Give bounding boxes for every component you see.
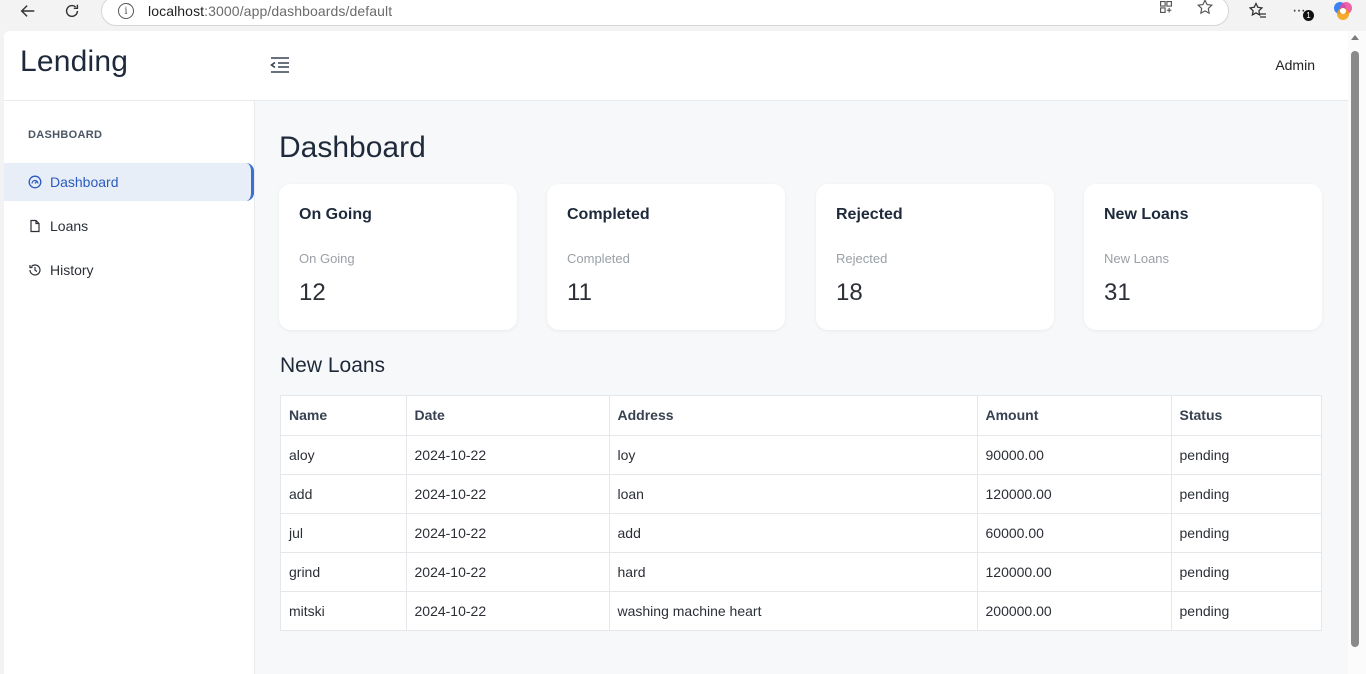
sidebar: DASHBOARD Dashboard Loans History	[4, 101, 255, 674]
card-label: On Going	[299, 251, 355, 266]
cell-date: 2024-10-22	[406, 552, 610, 592]
extensions-button[interactable]: ··· 1	[1292, 0, 1314, 22]
column-header-date[interactable]: Date	[406, 396, 610, 436]
cell-date: 2024-10-22	[406, 513, 610, 553]
sidebar-item-history[interactable]: History	[4, 251, 254, 289]
dashboard-icon	[28, 175, 42, 189]
cell-amount: 200000.00	[977, 591, 1172, 630]
card-title: New Loans	[1104, 206, 1189, 223]
user-menu[interactable]: Admin	[1275, 57, 1315, 73]
cell-amount: 120000.00	[977, 474, 1172, 514]
cell-name: add	[281, 474, 407, 514]
column-header-name[interactable]: Name	[281, 396, 407, 436]
notification-badge: 1	[1302, 9, 1314, 21]
app-window: Lending Admin DASHBOARD Dashboard Loans	[4, 31, 1348, 674]
table-row[interactable]: jul 2024-10-22 add 60000.00 pending	[281, 513, 1321, 553]
favorites-list-icon	[1248, 1, 1266, 18]
favorite-star-icon[interactable]	[1196, 0, 1214, 16]
cell-status: pending	[1171, 513, 1321, 553]
table-row[interactable]: mitski 2024-10-22 washing machine heart …	[281, 591, 1321, 630]
cell-address: loan	[609, 474, 978, 514]
app-available-icon[interactable]	[1157, 0, 1175, 16]
cell-name: mitski	[281, 591, 407, 630]
table-header-row: Name Date Address Amount Status	[281, 396, 1321, 436]
card-label: New Loans	[1104, 251, 1170, 266]
cell-address: washing machine heart	[609, 591, 978, 630]
cell-amount: 120000.00	[977, 552, 1172, 592]
file-icon	[28, 219, 42, 233]
stat-card-completed: Completed Completed 11	[547, 184, 785, 330]
card-value: 11	[567, 279, 592, 306]
menu-collapse-icon	[270, 57, 289, 73]
arrow-left-icon	[20, 5, 35, 17]
sidebar-item-dashboard[interactable]: Dashboard	[4, 163, 254, 201]
address-bar[interactable]: i localhost:3000/app/dashboards/default	[101, 0, 1229, 26]
sidebar-item-label: Dashboard	[50, 174, 119, 190]
url-text: localhost:3000/app/dashboards/default	[148, 3, 393, 19]
column-header-address[interactable]: Address	[609, 396, 978, 436]
sidebar-heading: DASHBOARD	[28, 129, 103, 141]
card-title: Completed	[567, 206, 650, 223]
loans-table: Name Date Address Amount Status aloy 202…	[280, 395, 1322, 631]
top-bar: Lending Admin	[4, 31, 1348, 101]
cell-status: pending	[1171, 552, 1321, 592]
sidebar-toggle-button[interactable]	[268, 54, 292, 76]
cell-date: 2024-10-22	[406, 474, 610, 514]
cell-address: loy	[609, 435, 978, 475]
site-info-icon[interactable]: i	[118, 3, 134, 19]
cell-status: pending	[1171, 474, 1321, 514]
cell-address: hard	[609, 552, 978, 592]
table-row[interactable]: add 2024-10-22 loan 120000.00 pending	[281, 474, 1321, 514]
cell-address: add	[609, 513, 978, 553]
card-title: On Going	[299, 206, 372, 223]
column-header-amount[interactable]: Amount	[977, 396, 1172, 436]
card-value: 31	[1104, 279, 1131, 306]
copilot-button[interactable]	[1332, 0, 1354, 22]
cell-name: aloy	[281, 435, 407, 475]
card-title: Rejected	[836, 206, 903, 223]
cell-date: 2024-10-22	[406, 591, 610, 630]
reload-button[interactable]	[58, 0, 86, 22]
card-value: 12	[299, 279, 326, 306]
card-label: Completed	[567, 251, 630, 266]
sidebar-item-label: History	[50, 262, 94, 278]
cell-name: jul	[281, 513, 407, 553]
table-row[interactable]: grind 2024-10-22 hard 120000.00 pending	[281, 552, 1321, 592]
page-scrollbar[interactable]	[1348, 31, 1366, 674]
back-button[interactable]	[14, 0, 42, 22]
main-content: Dashboard On Going On Going 12 Completed…	[255, 101, 1348, 674]
stat-card-rejected: Rejected Rejected 18	[816, 184, 1054, 330]
cell-name: grind	[281, 552, 407, 592]
favorites-button[interactable]	[1248, 0, 1268, 22]
stat-card-ongoing: On Going On Going 12	[279, 184, 517, 330]
table-row[interactable]: aloy 2024-10-22 loy 90000.00 pending	[281, 435, 1321, 475]
sidebar-item-label: Loans	[50, 218, 89, 234]
cell-date: 2024-10-22	[406, 435, 610, 475]
cell-amount: 90000.00	[977, 435, 1172, 475]
scroll-up-icon[interactable]	[1351, 35, 1359, 40]
section-title: New Loans	[280, 354, 386, 377]
copilot-icon	[1334, 2, 1352, 20]
scrollbar-thumb[interactable]	[1351, 51, 1359, 647]
page-title: Dashboard	[279, 131, 426, 164]
cell-amount: 60000.00	[977, 513, 1172, 553]
card-label: Rejected	[836, 251, 888, 266]
reload-icon	[65, 4, 79, 18]
card-value: 18	[836, 279, 863, 306]
cell-status: pending	[1179, 602, 1230, 619]
cell-status: pending	[1171, 435, 1321, 475]
column-header-status[interactable]: Status	[1171, 396, 1321, 436]
browser-toolbar: i localhost:3000/app/dashboards/default …	[0, 0, 1366, 28]
brand-logo[interactable]: Lending	[20, 45, 128, 79]
stat-card-new-loans: New Loans New Loans 31	[1084, 184, 1322, 330]
sidebar-item-loans[interactable]: Loans	[4, 207, 254, 245]
history-icon	[28, 263, 42, 277]
